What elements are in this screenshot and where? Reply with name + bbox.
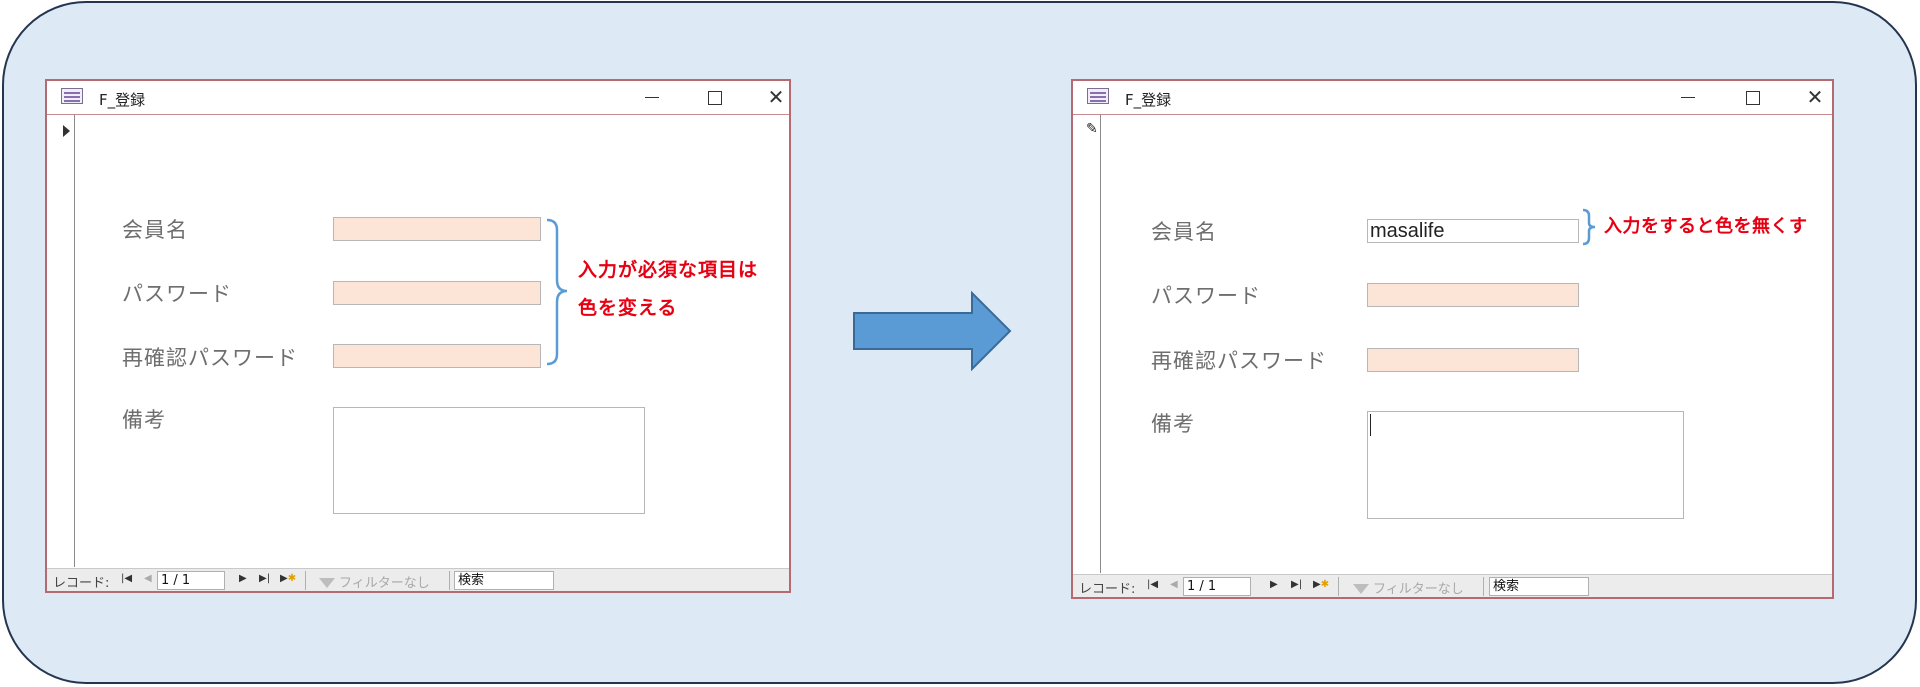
new-record-button[interactable]: ▶✱	[280, 573, 296, 584]
navigation-bar: レコード: |◀ ◀ 1 / 1 ▶ ▶| ▶✱ フィルターなし 検索	[1073, 574, 1832, 597]
maximize-button[interactable]	[694, 84, 734, 110]
notes-label: 備考	[122, 408, 166, 432]
close-button[interactable]: ✕	[1795, 84, 1835, 110]
form-window-after: F_登録 ✕ ✎ 会員名 masalife パスワード 再確認パスワード 備考 …	[1071, 79, 1834, 599]
minimize-button[interactable]	[632, 84, 672, 110]
maximize-button[interactable]	[1732, 84, 1772, 110]
navigation-bar: レコード: |◀ ◀ 1 / 1 ▶ ▶| ▶✱ フィルターなし 検索	[47, 568, 789, 591]
password-label: パスワード	[122, 282, 232, 306]
confirm-password-field[interactable]	[333, 344, 541, 368]
annotation-clear-color: 入力をすると色を無くす	[1604, 216, 1808, 237]
minimize-button[interactable]	[1668, 84, 1708, 110]
filter-toggle[interactable]: フィルターなし	[1353, 578, 1464, 597]
notes-label: 備考	[1151, 412, 1195, 436]
confirm-password-label: 再確認パスワード	[122, 346, 298, 370]
next-record-button[interactable]: ▶	[239, 573, 247, 584]
form-icon	[61, 88, 83, 104]
filter-label: フィルターなし	[1373, 582, 1464, 597]
funnel-icon	[319, 578, 335, 588]
record-selector[interactable]: ✎	[1073, 115, 1101, 573]
notes-field[interactable]	[333, 407, 645, 514]
annotation-required-line2: 色を変える	[578, 297, 678, 319]
confirm-password-field[interactable]	[1367, 348, 1579, 372]
previous-record-button[interactable]: ◀	[1170, 579, 1178, 590]
password-label: パスワード	[1151, 284, 1261, 308]
record-label: レコード:	[53, 576, 110, 591]
divider	[1483, 577, 1484, 596]
funnel-icon	[1353, 584, 1369, 594]
form-window-before: F_登録 ✕ 会員名 パスワード 再確認パスワード 備考 レコード: |◀ ◀ …	[45, 79, 791, 593]
annotation-required-line1: 入力が必須な項目は	[578, 259, 759, 281]
last-record-button[interactable]: ▶|	[1291, 579, 1302, 590]
record-label: レコード:	[1079, 582, 1136, 597]
brace-bracket	[546, 218, 568, 366]
title-bar: F_登録 ✕	[1073, 81, 1832, 115]
search-input[interactable]: 検索	[454, 571, 554, 590]
first-record-button[interactable]: |◀	[121, 573, 132, 584]
confirm-password-label: 再確認パスワード	[1151, 349, 1327, 373]
record-position-input[interactable]: 1 / 1	[157, 571, 225, 590]
window-title: F_登録	[99, 91, 146, 109]
right-arrow-icon	[853, 290, 1012, 372]
divider	[1338, 577, 1339, 596]
record-selector[interactable]	[47, 115, 75, 567]
divider	[305, 571, 306, 590]
brace-bracket	[1582, 208, 1596, 246]
title-bar: F_登録 ✕	[47, 81, 789, 115]
member-name-field[interactable]: masalife	[1367, 219, 1579, 243]
search-input[interactable]: 検索	[1489, 577, 1589, 596]
member-name-label: 会員名	[1151, 220, 1217, 244]
notes-field[interactable]	[1367, 411, 1684, 519]
form-icon	[1087, 88, 1109, 104]
record-selector-arrow-icon	[63, 125, 70, 137]
first-record-button[interactable]: |◀	[1147, 579, 1158, 590]
member-name-field[interactable]	[333, 217, 541, 241]
window-title: F_登録	[1125, 91, 1172, 109]
new-record-button[interactable]: ▶✱	[1313, 579, 1329, 590]
password-field[interactable]	[1367, 283, 1579, 307]
previous-record-button[interactable]: ◀	[144, 573, 152, 584]
filter-toggle[interactable]: フィルターなし	[319, 572, 430, 591]
close-button[interactable]: ✕	[756, 84, 796, 110]
record-position-input[interactable]: 1 / 1	[1183, 577, 1251, 596]
filter-label: フィルターなし	[339, 576, 430, 591]
divider	[449, 571, 450, 590]
password-field[interactable]	[333, 281, 541, 305]
pencil-icon: ✎	[1086, 121, 1098, 137]
text-cursor	[1370, 414, 1371, 436]
member-name-label: 会員名	[122, 218, 188, 242]
last-record-button[interactable]: ▶|	[259, 573, 270, 584]
next-record-button[interactable]: ▶	[1270, 579, 1278, 590]
